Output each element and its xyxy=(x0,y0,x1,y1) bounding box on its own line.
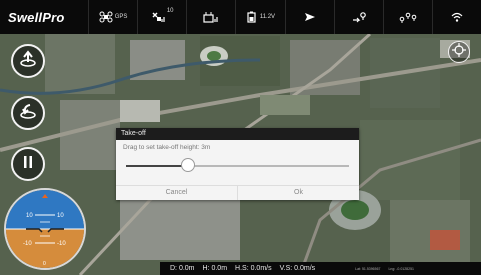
takeoff-button[interactable] xyxy=(11,44,45,78)
height-readout: H: 0.0m xyxy=(202,265,228,272)
gps-label: GPS xyxy=(114,14,128,20)
drone-icon xyxy=(99,11,113,23)
slider-thumb[interactable] xyxy=(181,158,196,172)
wifi-status xyxy=(431,0,481,34)
pitch-label: -10 xyxy=(23,241,32,247)
return-home-button[interactable] xyxy=(11,96,45,130)
pause-icon xyxy=(21,155,35,174)
remote-signal xyxy=(186,0,235,34)
waypoint-arrow-icon xyxy=(352,11,366,23)
vertical-speed-readout: V.S: 0.0m/s xyxy=(279,265,316,272)
waypoints-icon xyxy=(399,11,417,23)
return-home-icon xyxy=(19,102,37,125)
cancel-button[interactable]: Cancel xyxy=(116,186,237,200)
remote-controller-icon xyxy=(203,11,219,23)
pitch-label: -10 xyxy=(57,241,66,247)
pitch-label: 10 xyxy=(57,213,64,219)
dialog-title: Take-off xyxy=(116,128,359,140)
paper-plane-icon xyxy=(304,12,316,22)
takeoff-dialog: Take-off Drag to set take-off height: 3m… xyxy=(116,128,359,200)
ok-button[interactable]: Ok xyxy=(237,186,359,200)
takeoff-height-slider[interactable] xyxy=(126,158,349,172)
send-mode-button[interactable] xyxy=(284,0,334,34)
distance-readout: D: 0.0m xyxy=(170,265,195,272)
pitch-label: 0 xyxy=(43,261,46,267)
go-to-point-button[interactable] xyxy=(333,0,383,34)
gps-status: GPS xyxy=(88,0,137,34)
locate-button[interactable] xyxy=(448,41,470,63)
satellite-count: 10 xyxy=(166,8,174,14)
battery-status: 11.2V xyxy=(235,0,284,34)
dialog-message: Drag to set take-off height: 3m xyxy=(123,144,211,151)
top-toolbar: SwellPro GPS 10 11.2V xyxy=(0,0,481,34)
pause-button[interactable] xyxy=(11,147,45,181)
horizontal-speed-readout: H.S: 0.0m/s xyxy=(235,265,272,272)
slider-fill xyxy=(126,165,189,167)
waypoints-button[interactable] xyxy=(382,0,432,34)
telemetry-bar: D: 0.0m H: 0.0m H.S: 0.0m/s V.S: 0.0m/s … xyxy=(160,262,481,275)
app-logo: SwellPro xyxy=(8,9,65,25)
longitude-readout: Lng: -0.0128251 xyxy=(388,266,414,271)
attitude-indicator: 10 10 -10 -10 0 xyxy=(4,188,86,270)
dialog-buttons: Cancel Ok xyxy=(116,185,359,200)
pitch-label: 10 xyxy=(26,213,33,219)
battery-voltage: 11.2V xyxy=(259,14,276,20)
attitude-dial: 10 10 -10 -10 0 xyxy=(6,190,84,268)
crosshair-icon xyxy=(452,42,466,62)
wifi-icon xyxy=(451,12,463,22)
satellite-icon xyxy=(151,11,165,23)
takeoff-arrow-icon xyxy=(19,49,37,73)
latitude-readout: Lat: 51.5396567 xyxy=(355,266,381,271)
battery-icon xyxy=(246,11,258,23)
satellite-status: 10 xyxy=(137,0,186,34)
